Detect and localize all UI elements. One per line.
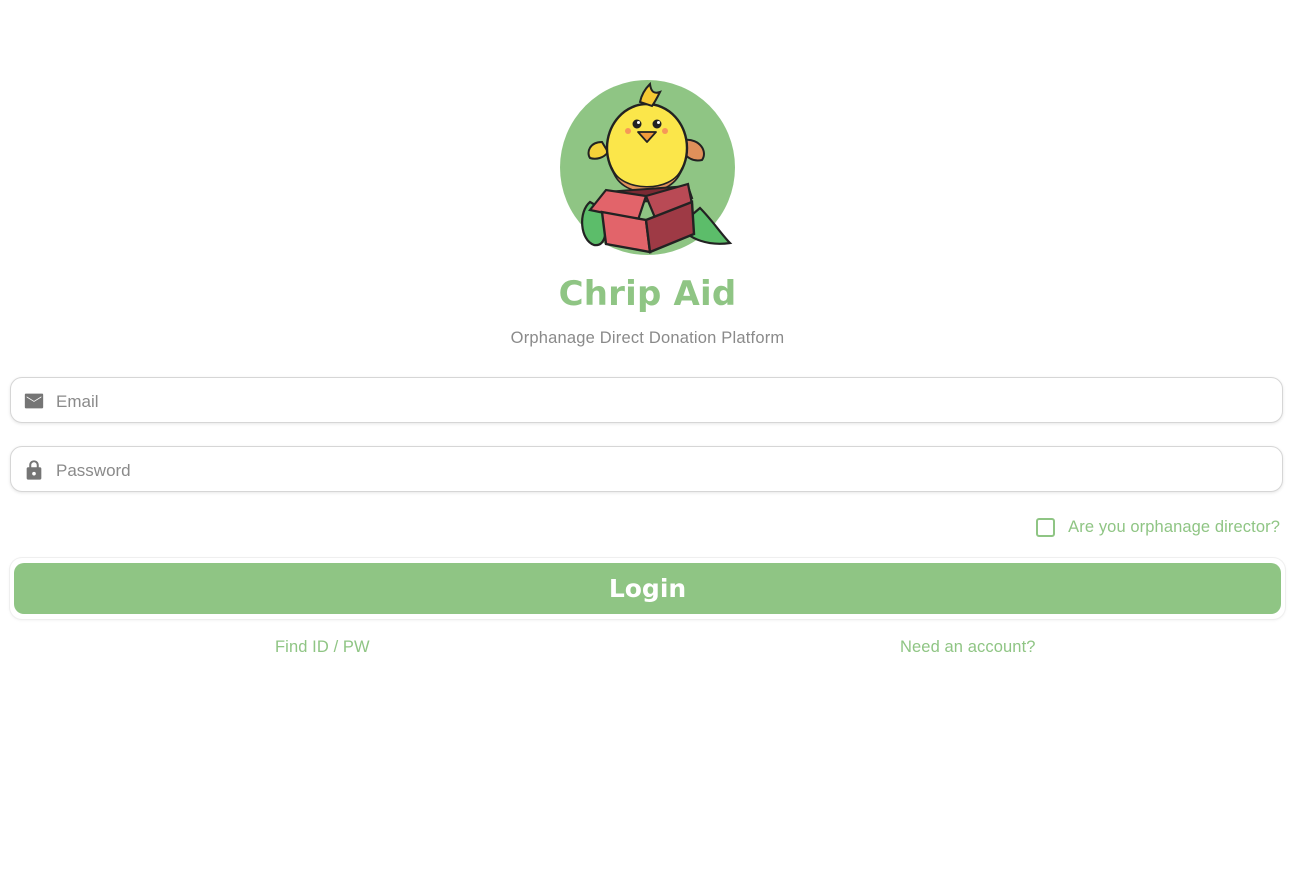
director-checkbox-label[interactable]: Are you orphanage director?	[1068, 518, 1280, 537]
signup-link[interactable]: Need an account?	[900, 638, 1036, 657]
find-id-pw-link[interactable]: Find ID / PW	[275, 638, 370, 657]
chick-in-box-logo	[581, 81, 733, 254]
mail-icon	[24, 393, 44, 409]
login-button[interactable]: Login	[14, 563, 1281, 614]
lock-icon	[26, 460, 42, 480]
email-input[interactable]	[56, 378, 1256, 422]
password-input[interactable]	[56, 447, 1256, 491]
email-field[interactable]	[10, 377, 1283, 423]
login-page: Chrip Aid Orphanage Direct Donation Plat…	[0, 0, 1295, 889]
login-button-container: Login	[10, 558, 1285, 619]
password-field[interactable]	[10, 446, 1283, 492]
director-checkbox-row[interactable]: Are you orphanage director?	[1036, 515, 1280, 539]
app-logo	[560, 80, 735, 255]
director-checkbox[interactable]	[1036, 517, 1056, 537]
app-subtitle: Orphanage Direct Donation Platform	[510, 329, 785, 347]
app-title: Chrip Aid	[558, 274, 737, 314]
